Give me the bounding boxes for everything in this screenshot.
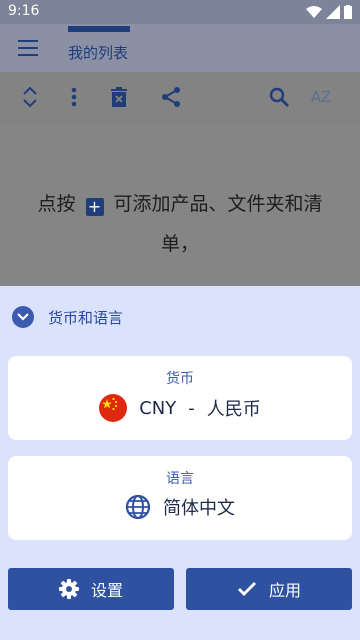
currency-card[interactable]: 货币 CNY - 人民币 bbox=[8, 356, 352, 440]
add-icon: + bbox=[85, 198, 104, 216]
settings-button-label: 设置 bbox=[90, 581, 123, 600]
language-value: 简体中文 bbox=[8, 494, 352, 520]
currency-value: CNY - 人民币 bbox=[8, 394, 352, 422]
empty-state-prefix: 点按 bbox=[37, 193, 76, 215]
delete-list-icon[interactable] bbox=[106, 84, 132, 110]
currency-separator: - bbox=[188, 397, 195, 419]
more-vert-icon[interactable] bbox=[61, 84, 87, 110]
language-name: 简体中文 bbox=[163, 498, 235, 519]
status-bar: 9:16 bbox=[0, 0, 360, 24]
language-card[interactable]: 语言 简体中文 bbox=[8, 456, 352, 540]
tab-my-list[interactable]: 我的列表 bbox=[68, 42, 128, 63]
language-label: 语言 bbox=[166, 471, 194, 487]
share-icon[interactable] bbox=[158, 84, 184, 110]
gear-icon bbox=[58, 579, 79, 599]
globe-icon bbox=[125, 494, 151, 520]
sort-az-label: AZ bbox=[310, 88, 332, 106]
wifi-icon bbox=[306, 6, 322, 18]
menu-icon[interactable] bbox=[18, 40, 38, 56]
list-toolbar: AZ bbox=[0, 72, 360, 124]
battery-icon bbox=[344, 5, 352, 19]
sort-az-icon[interactable]: AZ bbox=[308, 84, 334, 110]
tab-indicator bbox=[68, 26, 130, 32]
currency-code: CNY bbox=[139, 397, 177, 419]
search-icon[interactable] bbox=[266, 84, 292, 110]
china-flag-icon bbox=[99, 394, 128, 422]
signal-icon bbox=[326, 5, 340, 19]
currency-name: 人民币 bbox=[206, 399, 261, 420]
expand-collapse-icon[interactable] bbox=[17, 84, 43, 110]
list-content: 点按 + 可添加产品、文件夹和清单， bbox=[0, 124, 360, 286]
apply-button[interactable]: 应用 bbox=[186, 568, 352, 610]
sheet-title: 货币和语言 bbox=[48, 308, 124, 327]
settings-button[interactable]: 设置 bbox=[8, 568, 174, 610]
empty-state-suffix: 可添加产品、文件夹和清单， bbox=[113, 193, 323, 255]
chevron-down-icon[interactable] bbox=[12, 306, 34, 328]
status-icons bbox=[306, 5, 352, 19]
apply-button-label: 应用 bbox=[268, 581, 301, 600]
check-icon bbox=[237, 582, 256, 596]
currency-label: 货币 bbox=[166, 371, 194, 387]
app-bar: 我的列表 bbox=[0, 24, 360, 72]
empty-state-message: 点按 + 可添加产品、文件夹和清单， bbox=[20, 184, 340, 264]
status-time: 9:16 bbox=[8, 3, 40, 19]
sheet-header[interactable]: 货币和语言 bbox=[12, 306, 123, 328]
